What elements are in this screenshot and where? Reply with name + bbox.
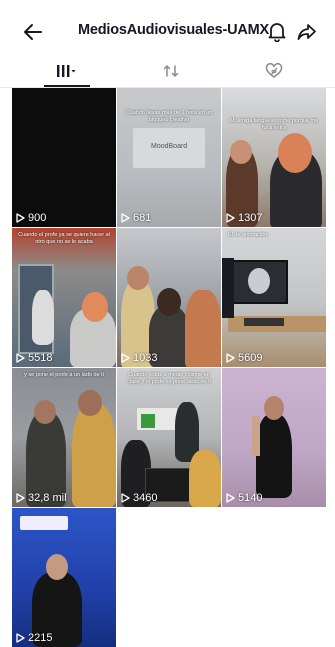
play-icon [16, 493, 25, 503]
play-icon [121, 213, 130, 223]
view-count: 1307 [226, 212, 262, 224]
video-thumbnail [117, 228, 221, 367]
video-thumbnail [12, 508, 116, 647]
play-icon [226, 213, 235, 223]
video-tile[interactable]: 900 [12, 88, 116, 227]
view-count-text: 1033 [133, 352, 158, 364]
video-thumbnail [222, 228, 326, 367]
view-count: 5518 [16, 352, 52, 364]
view-count-text: 900 [28, 212, 47, 224]
play-icon [226, 493, 235, 503]
view-count: 900 [16, 212, 46, 224]
video-thumbnail [117, 368, 221, 507]
play-icon [226, 353, 235, 363]
view-count-text: 5518 [28, 352, 53, 364]
video-caption: y se pone el profe a un lado de ti [24, 372, 104, 378]
content-tabs [0, 56, 335, 88]
page-title: MediosAudiovisuales-UAMX [78, 22, 269, 38]
grid-icon [57, 65, 76, 77]
notifications-button[interactable] [264, 19, 290, 45]
video-tile[interactable]: MoodBoard Cuando llevas más de 1 hora en… [117, 88, 221, 227]
video-caption: Cuando el profe ya se quiere hacer al ot… [18, 232, 110, 245]
view-count: 5609 [226, 352, 262, 364]
tab-videos[interactable] [34, 56, 98, 86]
play-icon [121, 493, 130, 503]
video-caption: Cuando llevas más de 1 hora en un bloque… [125, 110, 213, 123]
back-button[interactable] [20, 19, 46, 45]
play-icon [121, 353, 130, 363]
video-tile[interactable]: y se pone el profe a un lado de ti 32,8 … [12, 368, 116, 507]
view-count: 2215 [16, 632, 52, 644]
video-tile[interactable]: 1033 [117, 228, 221, 367]
play-icon [16, 213, 25, 223]
video-caption: Mi amiga fangueándome porque me fui a ex… [229, 118, 319, 131]
view-count: 3460 [121, 492, 157, 504]
video-thumbnail [222, 368, 326, 507]
video-caption: El de animación: [228, 232, 269, 238]
view-count-text: 5140 [238, 492, 263, 504]
view-count-text: 681 [133, 212, 152, 224]
video-thumbnail [12, 228, 116, 367]
video-thumbnail [12, 368, 116, 507]
share-arrow-icon [297, 24, 316, 40]
profile-page: MediosAudiovisuales-UAMX 900 MoodBoard C… [0, 0, 335, 647]
video-caption: Cuando estás a medio chisme en clase y e… [127, 372, 211, 385]
video-thumbnail: MoodBoard [117, 88, 221, 227]
play-icon [16, 633, 25, 643]
header: MediosAudiovisuales-UAMX [0, 0, 335, 58]
tab-reposts[interactable] [143, 56, 199, 86]
video-tile[interactable]: El de animación: 5609 [222, 228, 326, 367]
back-arrow-icon [24, 24, 42, 40]
view-count-text: 2215 [28, 632, 53, 644]
video-tile[interactable]: Cuando el profe ya se quiere hacer al ot… [12, 228, 116, 367]
view-count: 5140 [226, 492, 262, 504]
view-count-text: 32,8 mil [28, 492, 67, 504]
video-thumbnail [12, 88, 116, 227]
tab-liked[interactable] [246, 56, 302, 86]
video-tile[interactable]: 2215 [12, 508, 116, 647]
view-count-text: 3460 [133, 492, 158, 504]
video-tile[interactable]: 5140 [222, 368, 326, 507]
view-count-text: 1307 [238, 212, 263, 224]
view-count: 1033 [121, 352, 157, 364]
video-tile[interactable]: Mi amiga fangueándome porque me fui a ex… [222, 88, 326, 227]
view-count-text: 5609 [238, 352, 263, 364]
view-count: 32,8 mil [16, 492, 67, 504]
share-button[interactable] [294, 19, 320, 45]
repost-icon [163, 65, 179, 77]
video-tile[interactable]: Cuando estás a medio chisme en clase y e… [117, 368, 221, 507]
view-count: 681 [121, 212, 151, 224]
bell-icon [268, 23, 286, 42]
play-icon [16, 353, 25, 363]
hidden-heart-icon [265, 63, 283, 78]
video-thumbnail [222, 88, 326, 227]
